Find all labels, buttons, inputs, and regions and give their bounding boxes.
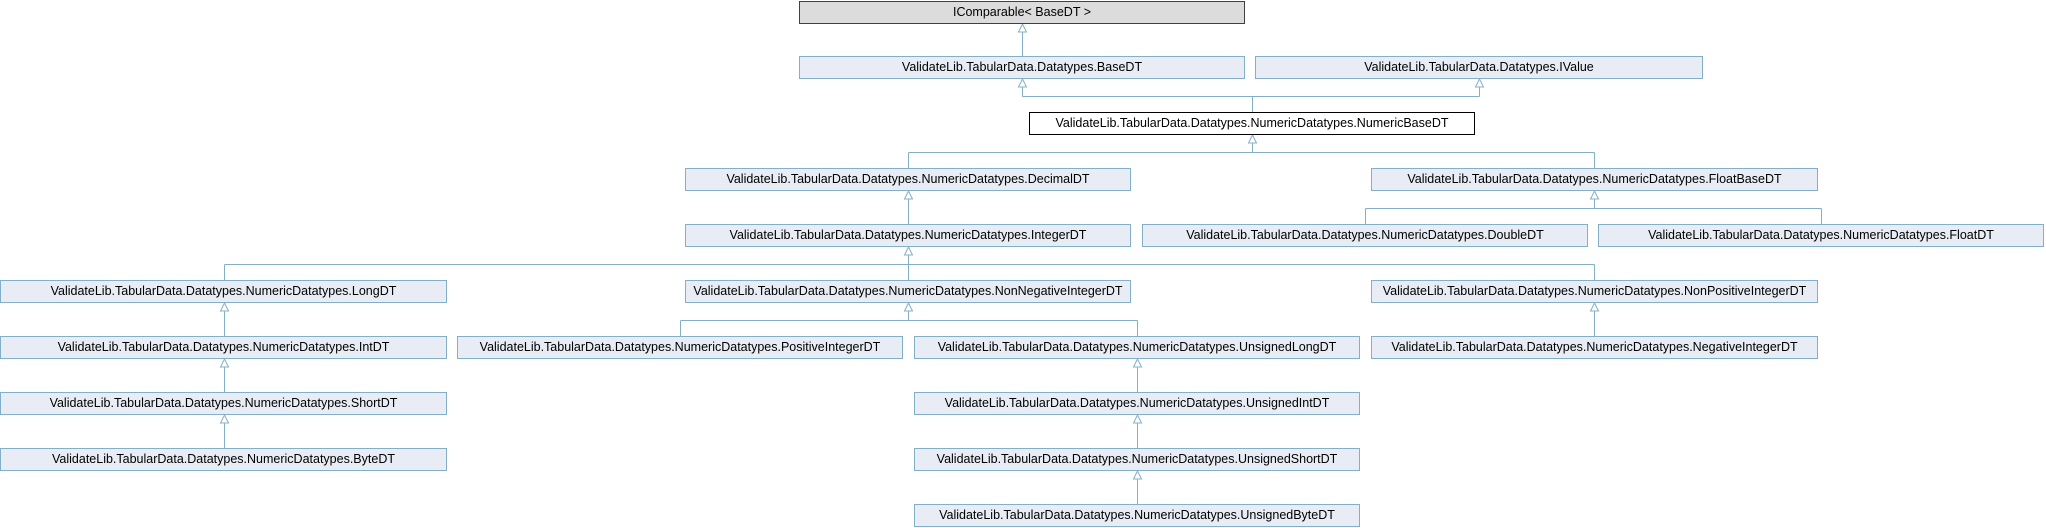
node-decimaldt[interactable]: ValidateLib.TabularData.Datatypes.Numeri…	[685, 168, 1131, 191]
edge-decimaldt-arrowhead	[903, 189, 914, 200]
edge-floatbasedt-arrowhead	[1589, 189, 1600, 200]
edge-unsignedintdt-arrowhead	[1132, 413, 1143, 424]
node-ivalue[interactable]: ValidateLib.TabularData.Datatypes.IValue	[1255, 56, 1703, 79]
edge-integerdt-line	[224, 255, 1595, 280]
node-unsignedlongdt[interactable]: ValidateLib.TabularData.Datatypes.Numeri…	[914, 336, 1360, 359]
node-nonpositiveintegerdt[interactable]: ValidateLib.TabularData.Datatypes.Numeri…	[1371, 280, 1818, 303]
node-nonnegativeintegerdt[interactable]: ValidateLib.TabularData.Datatypes.Numeri…	[685, 280, 1131, 303]
edge-numericbasedt-line	[908, 143, 1595, 168]
node-doubledt[interactable]: ValidateLib.TabularData.Datatypes.Numeri…	[1142, 224, 1588, 247]
edge-icomparable-arrowhead	[1017, 22, 1028, 33]
edge-unsignedshortdt-arrowhead	[1132, 469, 1143, 480]
edge-nonpositiveintegerdt-arrowhead	[1589, 301, 1600, 312]
node-shortdt[interactable]: ValidateLib.TabularData.Datatypes.Numeri…	[0, 392, 447, 415]
node-icomparable: IComparable< BaseDT >	[799, 1, 1245, 24]
edge-ivalue-line	[1252, 87, 1480, 112]
edge-integerdt-arrowhead	[903, 245, 914, 256]
node-intdt[interactable]: ValidateLib.TabularData.Datatypes.Numeri…	[0, 336, 447, 359]
node-positiveintegerdt[interactable]: ValidateLib.TabularData.Datatypes.Numeri…	[457, 336, 903, 359]
node-negativeintegerdt[interactable]: ValidateLib.TabularData.Datatypes.Numeri…	[1371, 336, 1818, 359]
edge-basedt-line	[1022, 87, 1253, 112]
node-basedt[interactable]: ValidateLib.TabularData.Datatypes.BaseDT	[799, 56, 1245, 79]
edge-nonnegativeintegerdt-line	[680, 311, 1138, 336]
node-unsignedshortdt[interactable]: ValidateLib.TabularData.Datatypes.Numeri…	[914, 448, 1360, 471]
node-unsignedbytedt[interactable]: ValidateLib.TabularData.Datatypes.Numeri…	[914, 504, 1360, 527]
node-floatbasedt[interactable]: ValidateLib.TabularData.Datatypes.Numeri…	[1371, 168, 1818, 191]
node-numericbasedt: ValidateLib.TabularData.Datatypes.Numeri…	[1029, 112, 1475, 135]
node-unsignedintdt[interactable]: ValidateLib.TabularData.Datatypes.Numeri…	[914, 392, 1360, 415]
edge-intdt-arrowhead	[219, 357, 230, 368]
node-integerdt[interactable]: ValidateLib.TabularData.Datatypes.Numeri…	[685, 224, 1131, 247]
edge-longdt-arrowhead	[219, 301, 230, 312]
edge-unsignedlongdt-arrowhead	[1132, 357, 1143, 368]
edge-numericbasedt-arrowhead	[1247, 133, 1258, 144]
edge-basedt-arrowhead	[1017, 77, 1028, 88]
edge-shortdt-arrowhead	[219, 413, 230, 424]
node-bytedt[interactable]: ValidateLib.TabularData.Datatypes.Numeri…	[0, 448, 447, 471]
node-floatdt[interactable]: ValidateLib.TabularData.Datatypes.Numeri…	[1598, 224, 2044, 247]
node-longdt[interactable]: ValidateLib.TabularData.Datatypes.Numeri…	[0, 280, 447, 303]
edge-nonnegativeintegerdt-arrowhead	[903, 301, 914, 312]
inheritance-diagram: IComparable< BaseDT > ValidateLib.Tabula…	[0, 0, 2046, 528]
edge-ivalue-arrowhead	[1474, 77, 1485, 88]
edge-floatbasedt-line	[1365, 199, 1822, 224]
